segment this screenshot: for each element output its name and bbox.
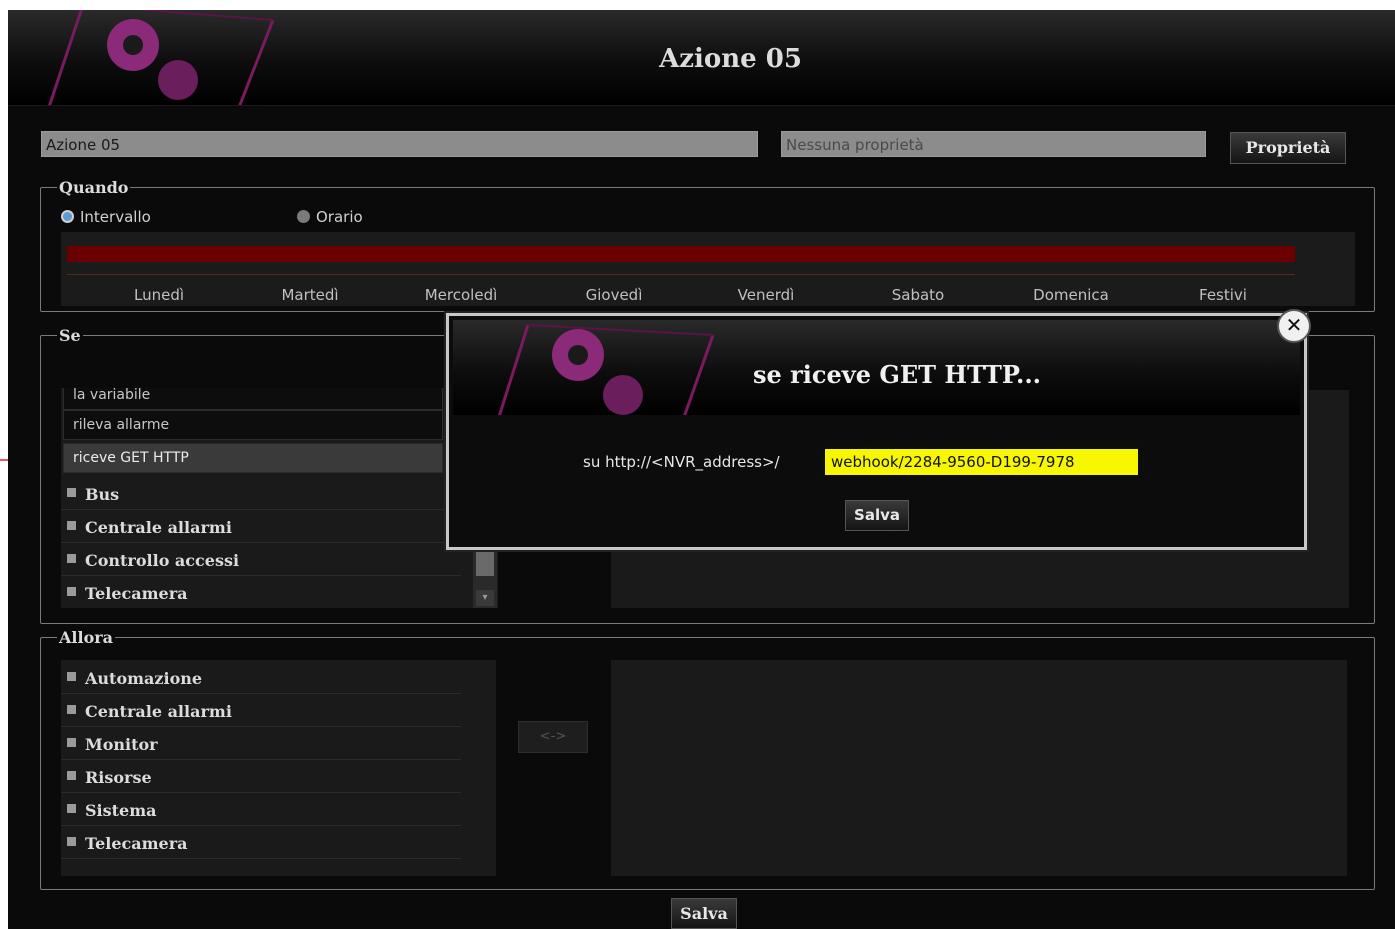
expand-icon[interactable] [67, 521, 76, 530]
expand-icon[interactable] [67, 554, 76, 563]
radio-checked-icon [61, 210, 74, 223]
day-label: Sabato [891, 286, 945, 304]
tree-group-controllo-accessi[interactable]: Controllo accessi [61, 544, 461, 576]
quando-legend: Quando [59, 178, 129, 197]
tree-group-bus[interactable]: Bus [61, 478, 461, 510]
tree-group-telecamera[interactable]: Telecamera [61, 577, 461, 608]
expand-icon[interactable] [67, 587, 76, 596]
webhook-dialog: se riceve GET HTTP... su http://<NVR_add… [446, 313, 1307, 550]
se-condition-list[interactable]: la variabile rileva allarme riceve GET H… [61, 388, 498, 608]
radio-unchecked-icon [297, 210, 310, 223]
expand-icon[interactable] [67, 804, 76, 813]
expand-icon[interactable] [67, 488, 76, 497]
day-label: Festivi [1199, 286, 1247, 304]
tree-group-label: Risorse [85, 768, 152, 787]
tree-group-label: Centrale allarmi [85, 702, 232, 721]
day-label: Mercoledì [424, 286, 498, 304]
tree-group-label: Centrale allarmi [85, 518, 232, 537]
radio-interval[interactable]: Intervallo [61, 208, 151, 226]
day-label: Domenica [1033, 286, 1109, 304]
swap-button[interactable]: <-> [518, 721, 588, 753]
schedule-timeline[interactable]: Lunedì Martedì Mercoledì Giovedì Venerdì… [61, 232, 1355, 306]
tree-group-centrale-allarmi[interactable]: Centrale allarmi [61, 511, 461, 543]
tree-group-automazione[interactable]: Automazione [61, 662, 461, 694]
action-name-field[interactable]: Azione 05 [41, 131, 758, 157]
tree-group-label: Automazione [85, 669, 203, 688]
timeline-axis [67, 274, 1295, 275]
day-label: Lunedì [133, 286, 185, 304]
property-button[interactable]: Proprietà [1230, 132, 1346, 164]
tree-group-monitor[interactable]: Monitor [61, 728, 461, 760]
tree-group-label: Telecamera [85, 834, 188, 853]
radio-schedule[interactable]: Orario [297, 208, 363, 226]
tree-group-label: Telecamera [85, 584, 188, 603]
day-label: Venerdì [737, 286, 795, 304]
tree-group-telecamera[interactable]: Telecamera [61, 827, 461, 859]
se-legend: Se [59, 326, 81, 345]
expand-icon[interactable] [67, 738, 76, 747]
timeline-active-bar[interactable] [67, 246, 1295, 262]
list-item[interactable]: la variabile [63, 388, 443, 410]
url-prefix-label: su http://<NVR_address>/ [583, 453, 780, 471]
save-button[interactable]: Salva [671, 898, 737, 929]
tree-group-centrale-allarmi[interactable]: Centrale allarmi [61, 695, 461, 727]
allora-action-list[interactable]: Automazione Centrale allarmi Monitor Ris… [61, 660, 496, 876]
tree-group-label: Sistema [85, 801, 157, 820]
tree-group-label: Controllo accessi [85, 551, 240, 570]
day-label: Martedì [281, 286, 339, 304]
close-icon[interactable]: ✕ [1277, 309, 1311, 343]
list-item-selected[interactable]: riceve GET HTTP [63, 443, 443, 473]
dialog-header: se riceve GET HTTP... [453, 320, 1300, 415]
expand-icon[interactable] [67, 771, 76, 780]
gears-logo-icon [498, 324, 715, 415]
day-label: Giovedì [585, 286, 643, 304]
allora-selected-panel[interactable] [611, 660, 1347, 876]
scroll-down-icon[interactable]: ▾ [476, 590, 494, 606]
list-item[interactable]: rileva allarme [63, 410, 443, 440]
expand-icon[interactable] [67, 672, 76, 681]
radio-interval-label: Intervallo [80, 208, 151, 226]
allora-legend: Allora [59, 628, 114, 647]
window-header: Azione 05 [8, 10, 1395, 106]
radio-schedule-label: Orario [316, 208, 363, 226]
dialog-title: se riceve GET HTTP... [753, 360, 1042, 389]
window-title: Azione 05 [659, 44, 802, 74]
tree-group-label: Bus [85, 485, 120, 504]
expand-icon[interactable] [67, 705, 76, 714]
expand-icon[interactable] [67, 837, 76, 846]
dialog-save-button[interactable]: Salva [845, 500, 909, 531]
tree-group-sistema[interactable]: Sistema [61, 794, 461, 826]
tree-group-label: Monitor [85, 735, 158, 754]
tree-group-risorse[interactable]: Risorse [61, 761, 461, 793]
property-field[interactable]: Nessuna proprietà [781, 131, 1206, 157]
webhook-path-input[interactable]: webhook/2284-9560-D199-7978 [825, 449, 1138, 475]
